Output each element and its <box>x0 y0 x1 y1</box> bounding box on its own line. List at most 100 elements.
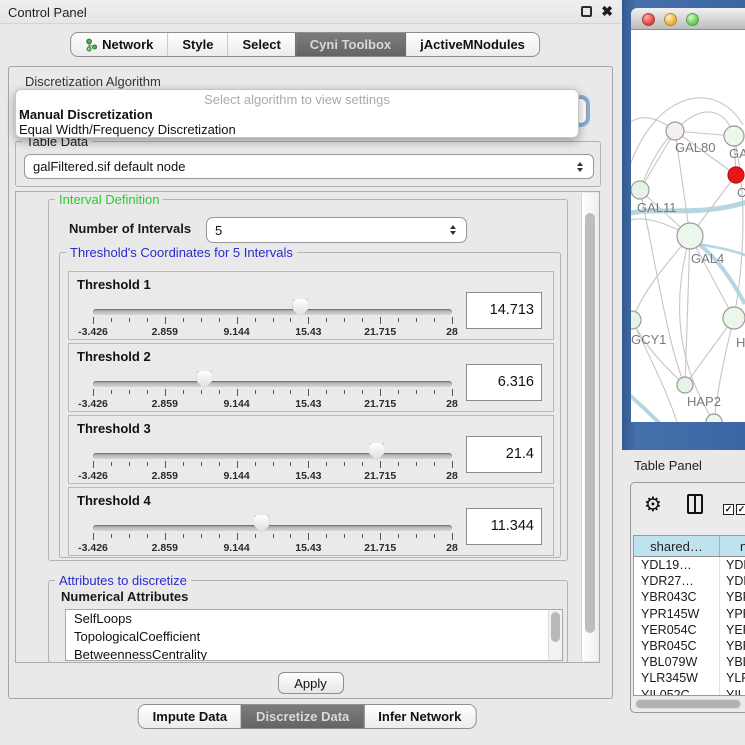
slider-tick <box>290 390 291 394</box>
close-icon[interactable]: ✖ <box>601 4 613 18</box>
threshold-value-field[interactable]: 14.713 <box>466 292 542 329</box>
slider-tick <box>434 462 435 466</box>
table-row[interactable]: YBR045CYBR0 <box>634 638 745 654</box>
slider-tick <box>273 390 274 394</box>
slider-track[interactable] <box>93 309 452 315</box>
table-row[interactable]: YPR145WYPR1 <box>634 606 745 622</box>
table-row[interactable]: YER054CYER0 <box>634 622 745 638</box>
num-intervals-combobox[interactable]: 5 <box>206 217 467 243</box>
select-none-checkbox-icon[interactable]: ✓ <box>736 504 745 515</box>
tab-jactivemnodules[interactable]: jActiveMNodules <box>405 33 539 56</box>
threshold-value-field[interactable]: 6.316 <box>466 364 542 401</box>
network-node-h-node[interactable] <box>723 307 745 329</box>
bottom-tab-infer-network[interactable]: Infer Network <box>363 705 475 728</box>
columns-icon[interactable] <box>687 494 703 514</box>
cell-shared-name: YBL079W <box>634 654 720 670</box>
interval-definition-group: Interval Definition Number of Intervals … <box>48 199 568 561</box>
slider-tick <box>201 462 202 466</box>
panel-tab-bar: Network Style Select Cyni ToolboxjActiveMNo… <box>70 32 540 57</box>
attribute-list-scrollbar[interactable] <box>548 610 562 660</box>
network-node-top-right[interactable] <box>724 126 744 146</box>
tab-label: Select <box>242 37 280 52</box>
slider-tick <box>255 462 256 466</box>
combo-spinner-icon <box>575 162 585 172</box>
cell-name: YER0 <box>720 622 745 638</box>
node-label-gcy1: GCY1 <box>631 332 666 347</box>
zoom-traffic-light[interactable] <box>686 13 699 26</box>
slider-tick <box>362 462 363 466</box>
table-horizontal-scrollbar[interactable] <box>635 699 742 709</box>
cell-shared-name: YBR045C <box>634 638 720 654</box>
slider-track[interactable] <box>93 453 452 459</box>
tab-label: Style <box>182 37 213 52</box>
bottom-tab-impute-data[interactable]: Impute Data <box>139 705 241 728</box>
float-window-icon[interactable] <box>581 6 592 17</box>
slider-tick <box>147 390 148 394</box>
threshold-value-field[interactable]: 21.4 <box>466 436 542 473</box>
bottom-tab-discretize-data[interactable]: Discretize Data <box>241 705 363 728</box>
panel-vertical-scrollbar[interactable] <box>581 193 598 661</box>
network-node-gal80[interactable] <box>666 122 684 140</box>
network-node-partial-bottom[interactable] <box>706 414 722 422</box>
column-header-shared-name[interactable]: shared… <box>634 536 720 556</box>
slider-track[interactable] <box>93 381 452 387</box>
gear-icon[interactable]: ⚙ <box>644 492 662 516</box>
apply-button[interactable]: Apply <box>278 672 344 694</box>
slider-tick-label: 28 <box>446 470 458 482</box>
slider-tick <box>326 318 327 322</box>
network-node-hap2[interactable] <box>677 377 693 393</box>
slider-tick <box>111 534 112 538</box>
cell-name: YBL0 <box>720 654 745 670</box>
minimize-traffic-light[interactable] <box>664 13 677 26</box>
threshold-label: Threshold 2 <box>77 349 151 364</box>
table-row[interactable]: YLR345WYLR3 <box>634 670 745 686</box>
tab-style[interactable]: Style <box>167 33 227 56</box>
node-label-gal80: GAL80 <box>675 140 715 155</box>
slider-tick <box>398 462 399 466</box>
slider-tick <box>380 317 381 324</box>
threshold-value-field[interactable]: 11.344 <box>466 508 542 545</box>
column-header-name[interactable]: na <box>720 536 745 556</box>
network-window-titlebar <box>631 8 745 30</box>
slider-tick-label: 2.859 <box>152 398 178 410</box>
table-data-combobox[interactable]: galFiltered.sif default node <box>24 154 594 179</box>
slider-tick <box>201 318 202 322</box>
attribute-list-item[interactable]: SelfLoops <box>66 610 562 628</box>
slider-tick <box>165 461 166 468</box>
network-node-gcy1[interactable] <box>631 311 641 329</box>
table-row[interactable]: YBR043CYBR0 <box>634 589 745 605</box>
slider-tick <box>398 390 399 394</box>
attribute-list-item[interactable]: BetweennessCentrality <box>66 646 562 661</box>
network-canvas[interactable]: GAL80GACGAL11GAL4GCY1HHAP2 <box>631 30 745 422</box>
node-label-gal4: GAL4 <box>691 251 724 266</box>
slider-tick-label: -3.426 <box>78 542 108 554</box>
network-node-gal4[interactable] <box>677 223 703 249</box>
network-node-gal11[interactable] <box>631 181 649 199</box>
tab-cyni-toolbox[interactable]: Cyni Toolbox <box>295 33 405 56</box>
slider-tick <box>434 318 435 322</box>
dropdown-option-manual[interactable]: Manual Discretization <box>16 106 578 121</box>
attribute-list-item[interactable]: TopologicalCoefficient <box>66 628 562 646</box>
slider-track[interactable] <box>93 525 452 531</box>
network-edge <box>685 318 734 385</box>
network-icon <box>85 38 97 52</box>
control-panel: Control Panel ✖ Network Style Select Cyni T… <box>0 0 621 745</box>
dropdown-option-equal-width[interactable]: Equal Width/Frequency Discretization <box>16 121 578 136</box>
network-edge-thick <box>631 392 689 422</box>
table-row[interactable]: YIL052CYIL0 <box>634 687 745 697</box>
tab-select[interactable]: Select <box>227 33 294 56</box>
slider-tick <box>416 462 417 466</box>
panel-title: Control Panel <box>8 5 87 20</box>
slider-tick <box>237 317 238 324</box>
threshold-label: Threshold 4 <box>77 493 151 508</box>
network-node-red-node[interactable] <box>728 167 744 183</box>
table-row[interactable]: YDR27…YDR2 <box>634 573 745 589</box>
slider-tick-label: 21.715 <box>364 470 396 482</box>
select-all-checkbox-icon[interactable]: ✓ <box>723 504 734 515</box>
tab-network[interactable]: Network <box>71 33 167 56</box>
tab-label: Network <box>102 37 153 52</box>
slider-tick-label: 9.144 <box>223 470 249 482</box>
close-traffic-light[interactable] <box>642 13 655 26</box>
table-row[interactable]: YBL079WYBL0 <box>634 654 745 670</box>
table-row[interactable]: YDL19…YDL1 <box>634 557 745 573</box>
